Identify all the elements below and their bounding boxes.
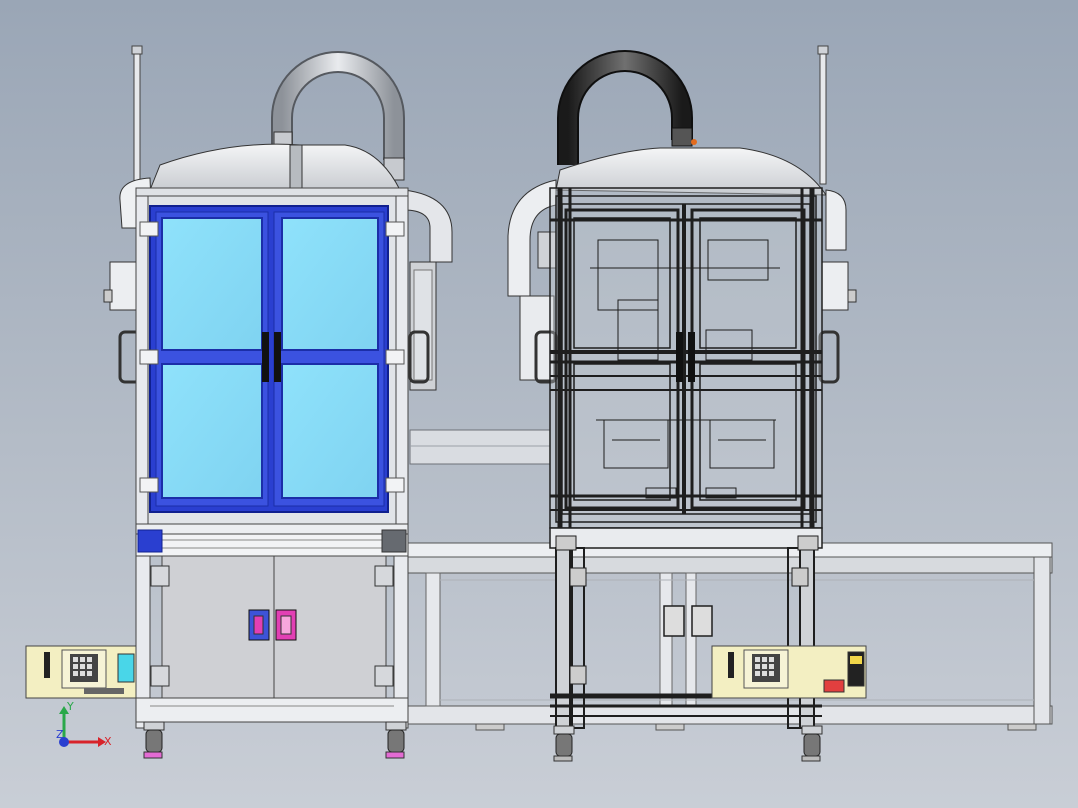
left-door-handle-b[interactable] [274, 332, 281, 382]
left-robot-controller[interactable] [25, 645, 137, 699]
left-machine[interactable] [25, 45, 453, 759]
cad-viewport[interactable]: X Y Z [0, 0, 1078, 808]
cad-scene: X Y Z [25, 45, 1053, 762]
left-door-handle-a[interactable] [262, 332, 269, 382]
right-casters [553, 725, 823, 762]
left-signal-pole [131, 45, 143, 185]
axis-triad: X Y Z [56, 700, 112, 748]
y-axis-label: Y [66, 700, 74, 713]
right-robot-controller[interactable] [711, 645, 867, 699]
right-door-handle-b[interactable] [688, 332, 695, 382]
left-upper-doors[interactable] [139, 195, 405, 527]
left-casters [143, 721, 407, 759]
z-axis-label: Z [56, 728, 64, 741]
x-axis-label: X [104, 735, 112, 748]
left-lower-doors[interactable] [150, 555, 394, 699]
right-door-handle-a[interactable] [676, 332, 683, 382]
right-wireframe-cabinet [549, 187, 823, 529]
